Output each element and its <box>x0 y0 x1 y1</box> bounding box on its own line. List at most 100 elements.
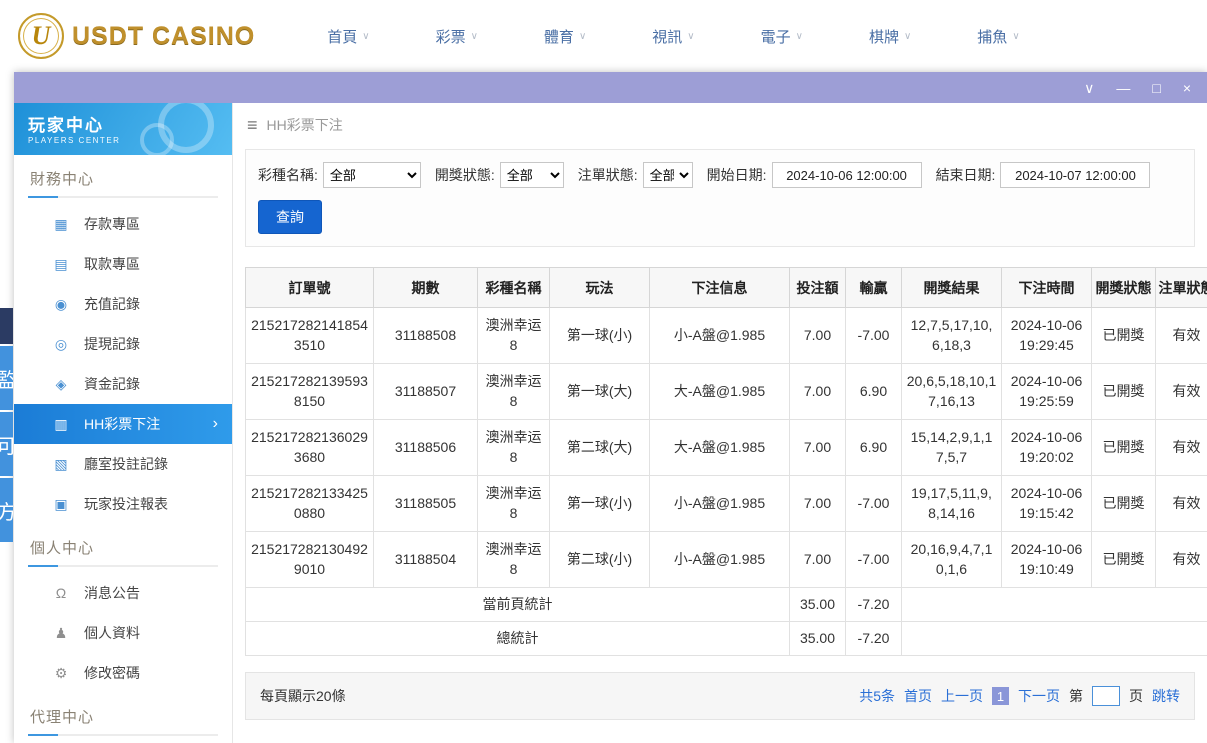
table-header-cell: 下注信息 <box>649 267 790 308</box>
change-password-icon: ⚙ <box>54 664 68 681</box>
nav-item-fishing[interactable]: 捕魚 ∨ <box>977 26 1019 47</box>
table-cell: 15,14,2,9,1,17,5,7 <box>901 419 1002 476</box>
table-row: 2152172821334250880 31188505 澳洲幸运8 第一球(小) 小-… <box>245 475 1207 532</box>
sidebar-item-player-bet-report[interactable]: ▣ 玩家投注報表 <box>14 484 232 524</box>
next-page-link[interactable]: 下一页 <box>1018 686 1060 706</box>
lottery-name-select[interactable]: 全部 <box>322 162 421 188</box>
page-jump-suffix: 页 <box>1129 688 1143 704</box>
page-summary-empty <box>901 587 1207 622</box>
table-cell: 2152172821418543510 <box>245 307 374 364</box>
table-cell: -7.00 <box>845 307 902 364</box>
search-button[interactable]: 查詢 <box>258 200 322 234</box>
table-cell: 31188507 <box>373 363 478 420</box>
bets-table: 訂單號期數彩種名稱玩法下注信息投注額輸贏開獎結果下注時間開獎狀態注單狀態 215… <box>245 267 1207 656</box>
main-content: ≡ HH彩票下注 彩種名稱: 全部 開獎狀態: 全部 注單狀態: 全部 開始日期… <box>233 103 1207 743</box>
table-cell: 2024-10-06 19:20:02 <box>1001 419 1092 476</box>
section-divider <box>28 734 218 736</box>
table-cell: 12,7,5,17,10,6,18,3 <box>901 307 1002 364</box>
table-cell: 大-A盤@1.985 <box>649 363 790 420</box>
window-minimize-icon[interactable]: — <box>1116 81 1130 95</box>
floating-widget-item[interactable] <box>0 308 13 344</box>
content-area: 彩種名稱: 全部 開獎狀態: 全部 注單狀態: 全部 開始日期: 2024-10… <box>233 147 1207 720</box>
sidebar-item-hh-lottery-bet[interactable]: ▥ HH彩票下注 › <box>14 404 232 444</box>
table-cell: 2024-10-06 19:10:49 <box>1001 531 1092 588</box>
draw-status-select[interactable]: 全部 <box>499 162 564 188</box>
nav-item-lottery[interactable]: 彩票 ∨ <box>436 26 478 47</box>
table-footer: 每頁顯示20條 共5条 首页 上一页 1 下一页 第 页 跳转 <box>245 672 1195 720</box>
table-header-cell: 玩法 <box>549 267 650 308</box>
sidebar-item-profile[interactable]: ♟ 個人資料 <box>14 613 232 653</box>
nav-item-electronic[interactable]: 電子 ∨ <box>761 26 803 47</box>
start-date-input[interactable] <box>771 162 922 188</box>
hh-lottery-bet-icon: ▥ <box>54 415 68 432</box>
deposit-area-icon: ▦ <box>54 215 68 232</box>
chevron-down-icon: ∨ <box>362 30 370 42</box>
grand-summary-empty <box>901 621 1207 656</box>
sidebar-item-label: 個人資料 <box>84 625 140 641</box>
table-cell: 20,6,5,18,10,17,16,13 <box>901 363 1002 420</box>
table-cell: 2152172821334250880 <box>245 475 374 532</box>
table-header-cell: 輸贏 <box>845 267 902 308</box>
chevron-down-icon: ∨ <box>903 30 912 42</box>
table-cell: 澳洲幸运8 <box>477 307 550 364</box>
nav-item-video[interactable]: 視訊 ∨ <box>652 26 694 47</box>
sidebar-item-room-bet-record[interactable]: ▧ 廳室投註記錄 <box>14 444 232 484</box>
menu-toggle-icon[interactable]: ≡ <box>247 115 258 136</box>
sidebar-subtitle: PLAYERS CENTER <box>28 136 121 145</box>
sidebar-item-label: 充值記錄 <box>84 296 140 312</box>
table-cell: 31188508 <box>373 307 478 364</box>
table-header-cell: 彩種名稱 <box>477 267 550 308</box>
table-cell: 第一球(小) <box>549 307 650 364</box>
window-close-icon[interactable]: × <box>1183 81 1191 95</box>
current-page-button[interactable]: 1 <box>992 687 1009 705</box>
section-divider <box>28 196 218 198</box>
lottery-name-label: 彩種名稱: <box>258 167 318 183</box>
floating-widget-item[interactable]: 方 <box>0 478 13 542</box>
sidebar-item-deposit-area[interactable]: ▦ 存款專區 <box>14 204 232 244</box>
table-cell: 已開獎 <box>1091 363 1156 420</box>
floating-widget-item[interactable]: 可 <box>0 412 13 476</box>
window-maximize-icon[interactable]: □ <box>1152 81 1160 95</box>
prev-page-link[interactable]: 上一页 <box>941 686 983 706</box>
window-collapse-icon[interactable]: ∨ <box>1084 81 1094 95</box>
sidebar-item-funds-record[interactable]: ◈ 資金記錄 <box>14 364 232 404</box>
floating-service-widget: 監可方 <box>0 308 13 544</box>
chevron-down-icon: ∨ <box>687 30 695 42</box>
sidebar-item-change-password[interactable]: ⚙ 修改密碼 <box>14 653 232 693</box>
table-row: 2152172821360293680 31188506 澳洲幸运8 第二球(大) 大-… <box>245 419 1207 476</box>
nav-item-label: 棋牌 <box>868 28 899 46</box>
grand-summary-winloss-total: -7.20 <box>845 621 902 656</box>
floating-widget-item[interactable]: 監 <box>0 346 13 410</box>
section-title-finance-center: 財務中心 <box>30 171 95 188</box>
table-cell: -7.00 <box>845 475 902 532</box>
chevron-right-icon: › <box>212 415 218 432</box>
sidebar-item-label: 取款專區 <box>84 256 140 272</box>
site-logo[interactable]: U USDT CASINO <box>18 13 255 59</box>
nav-item-label: 捕魚 <box>977 28 1008 46</box>
app-window: ∨ — □ × 玩家中心 PLAYERS CENTER 財務中心 ▦ 存款專區 ▤ 取款… <box>14 72 1207 743</box>
page-summary-row: 當前頁統計 35.00 -7.20 <box>245 587 1207 622</box>
nav-item-home[interactable]: 首頁 ∨ <box>327 26 369 47</box>
end-date-input[interactable] <box>1000 162 1151 188</box>
section-title-agent-center: 代理中心 <box>30 709 95 726</box>
sidebar-item-withdraw-area[interactable]: ▤ 取款專區 <box>14 244 232 284</box>
order-status-select[interactable]: 全部 <box>642 162 693 188</box>
nav-item-chess[interactable]: 棋牌 ∨ <box>869 26 911 47</box>
table-cell: 31188505 <box>373 475 478 532</box>
table-cell: 大-A盤@1.985 <box>649 419 790 476</box>
bets-table-wrap: 訂單號期數彩種名稱玩法下注信息投注額輸贏開獎結果下注時間開獎狀態注單狀態 215… <box>245 267 1207 656</box>
sidebar-item-recharge-record[interactable]: ◉ 充值記錄 <box>14 284 232 324</box>
logo-text: USDT CASINO <box>72 21 256 50</box>
total-count-label: 共5条 <box>859 688 895 704</box>
sidebar-item-withdrawal-record[interactable]: ◎ 提現記錄 <box>14 324 232 364</box>
table-cell: 31188506 <box>373 419 478 476</box>
first-page-link[interactable]: 首页 <box>904 686 932 706</box>
jump-button[interactable]: 跳转 <box>1152 686 1180 706</box>
page-jump-input[interactable] <box>1092 686 1120 706</box>
sidebar-item-announcements[interactable]: Ω 消息公告 <box>14 573 232 613</box>
table-cell: 6.90 <box>845 363 902 420</box>
nav-item-sports[interactable]: 體育 ∨ <box>544 26 586 47</box>
sidebar-item-label: 消息公告 <box>84 585 140 601</box>
table-cell: 澳洲幸运8 <box>477 419 550 476</box>
grand-summary-label: 總統計 <box>245 621 790 656</box>
